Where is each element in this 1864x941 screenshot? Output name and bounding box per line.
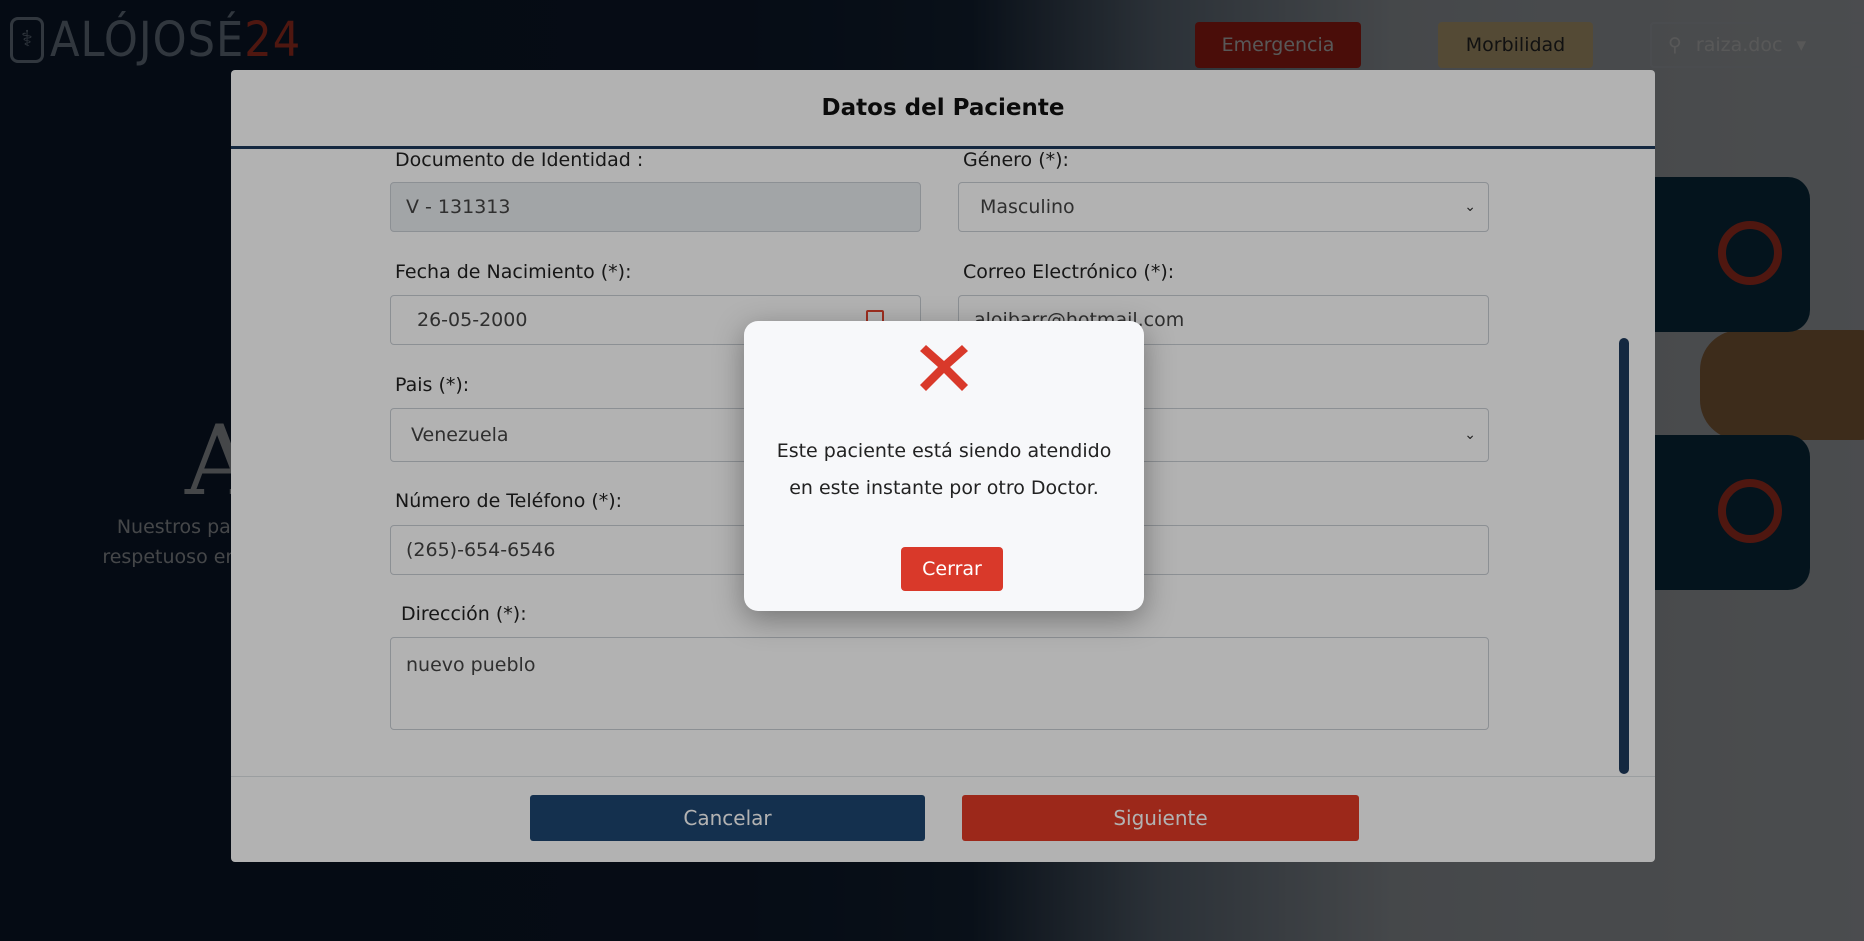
alert-message: Este paciente está siendo atendido en es…	[744, 433, 1144, 507]
alert-message-line-2: en este instante por otro Doctor.	[789, 477, 1099, 499]
error-x-icon	[920, 345, 968, 391]
alert-dialog: Este paciente está siendo atendido en es…	[744, 321, 1144, 611]
close-button[interactable]: Cerrar	[901, 547, 1003, 591]
alert-message-line-1: Este paciente está siendo atendido	[776, 440, 1112, 462]
